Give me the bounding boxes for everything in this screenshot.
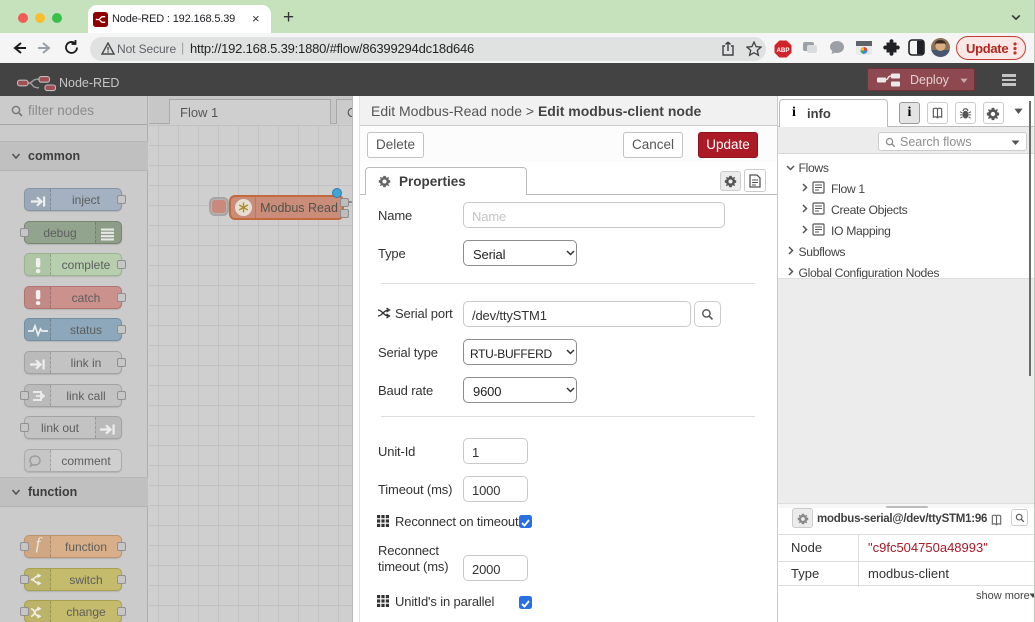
svg-text:ABP: ABP <box>776 47 789 54</box>
